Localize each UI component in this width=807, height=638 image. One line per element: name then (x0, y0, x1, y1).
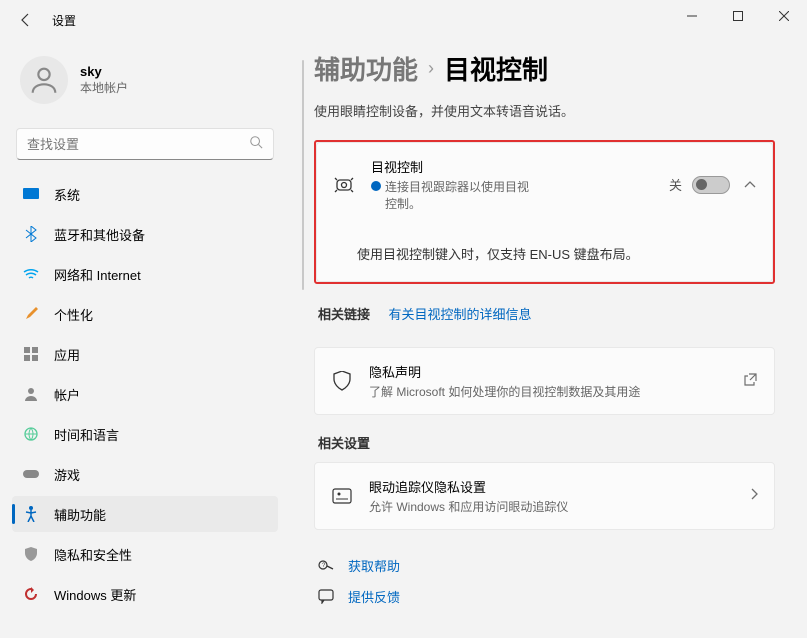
user-subtitle: 本地帐户 (80, 79, 128, 96)
external-link-icon (744, 372, 758, 391)
nav-system[interactable]: 系统 (12, 176, 278, 212)
update-icon (22, 585, 40, 603)
search-box[interactable] (16, 128, 274, 160)
eye-control-toggle-row[interactable]: 目视控制 连接目视跟踪器以使用目视控制。 关 (317, 143, 772, 226)
search-icon (249, 135, 263, 154)
nav-label: 应用 (54, 345, 80, 364)
maximize-button[interactable] (715, 0, 761, 32)
get-help-label: 获取帮助 (348, 556, 400, 575)
eye-control-details-link[interactable]: 有关目视控制的详细信息 (388, 307, 531, 322)
nav-label: 辅助功能 (54, 505, 106, 524)
privacy-statement-row[interactable]: 隐私声明 了解 Microsoft 如何处理你的目视控制数据及其用途 (315, 348, 774, 414)
page-description: 使用眼睛控制设备，并使用文本转语音说话。 (314, 101, 775, 120)
user-name: sky (80, 64, 128, 79)
nav-accessibility[interactable]: 辅助功能 (12, 496, 278, 532)
keyboard-layout-note: 使用目视控制键入时，仅支持 EN-US 键盘布局。 (317, 226, 772, 281)
bluetooth-icon (22, 225, 40, 243)
breadcrumb-parent[interactable]: 辅助功能 (314, 50, 418, 87)
feedback-link[interactable]: 提供反馈 (314, 581, 775, 612)
gamepad-icon (22, 465, 40, 483)
nav-label: 隐私和安全性 (54, 545, 132, 564)
chevron-up-icon[interactable] (744, 176, 756, 194)
chevron-right-icon: › (428, 58, 434, 79)
related-links-title: 相关链接 (318, 304, 370, 323)
apps-icon (22, 345, 40, 363)
nav-label: Windows 更新 (54, 585, 136, 604)
eye-tracker-privacy-row[interactable]: 眼动追踪仪隐私设置 允许 Windows 和应用访问眼动追踪仪 (315, 463, 774, 529)
toggle-state-label: 关 (669, 175, 682, 194)
search-input[interactable] (27, 137, 249, 152)
feedback-icon (318, 588, 336, 606)
nav-label: 时间和语言 (54, 425, 119, 444)
nav-windows-update[interactable]: Windows 更新 (12, 576, 278, 612)
globe-icon (22, 425, 40, 443)
tracker-privacy-title: 眼动追踪仪隐私设置 (369, 477, 736, 496)
nav-network[interactable]: 网络和 Internet (12, 256, 278, 292)
eye-control-title: 目视控制 (371, 157, 669, 176)
nav-apps[interactable]: 应用 (12, 336, 278, 372)
eye-control-toggle[interactable] (692, 176, 730, 194)
related-settings-title: 相关设置 (318, 433, 775, 452)
person-icon (22, 385, 40, 403)
help-icon: ? (318, 557, 336, 575)
nav-label: 帐户 (54, 385, 80, 404)
minimize-button[interactable] (669, 0, 715, 32)
get-help-link[interactable]: ? 获取帮助 (314, 550, 775, 581)
nav-label: 蓝牙和其他设备 (54, 225, 145, 244)
info-icon (371, 181, 381, 191)
privacy-subtitle: 了解 Microsoft 如何处理你的目视控制数据及其用途 (369, 383, 730, 400)
eye-control-subtitle: 连接目视跟踪器以使用目视控制。 (385, 178, 531, 212)
nav-time-language[interactable]: 时间和语言 (12, 416, 278, 452)
privacy-title: 隐私声明 (369, 362, 730, 381)
nav-privacy[interactable]: 隐私和安全性 (12, 536, 278, 572)
breadcrumb-current: 目视控制 (444, 50, 548, 87)
nav-label: 个性化 (54, 305, 93, 324)
wifi-icon (22, 265, 40, 283)
close-button[interactable] (761, 0, 807, 32)
feedback-label: 提供反馈 (348, 587, 400, 606)
accessibility-icon (22, 505, 40, 523)
nav-accounts[interactable]: 帐户 (12, 376, 278, 412)
window-title: 设置 (52, 12, 76, 29)
nav-personalization[interactable]: 个性化 (12, 296, 278, 332)
eye-icon (333, 174, 355, 196)
user-block[interactable]: sky 本地帐户 (12, 40, 278, 124)
chevron-right-icon (750, 487, 758, 505)
breadcrumb: 辅助功能 › 目视控制 (314, 50, 775, 87)
avatar (20, 56, 68, 104)
nav-gaming[interactable]: 游戏 (12, 456, 278, 492)
nav-bluetooth[interactable]: 蓝牙和其他设备 (12, 216, 278, 252)
nav-label: 游戏 (54, 465, 80, 484)
back-button[interactable] (8, 2, 44, 38)
display-icon (22, 185, 40, 203)
shield-outline-icon (331, 370, 353, 392)
tracker-icon (331, 485, 353, 507)
nav-label: 网络和 Internet (54, 265, 141, 284)
shield-icon (22, 545, 40, 563)
nav-label: 系统 (54, 185, 80, 204)
brush-icon (22, 305, 40, 323)
highlight-annotation: 目视控制 连接目视跟踪器以使用目视控制。 关 使用目视控制键入时，仅支 (314, 140, 775, 284)
tracker-privacy-subtitle: 允许 Windows 和应用访问眼动追踪仪 (369, 498, 736, 515)
